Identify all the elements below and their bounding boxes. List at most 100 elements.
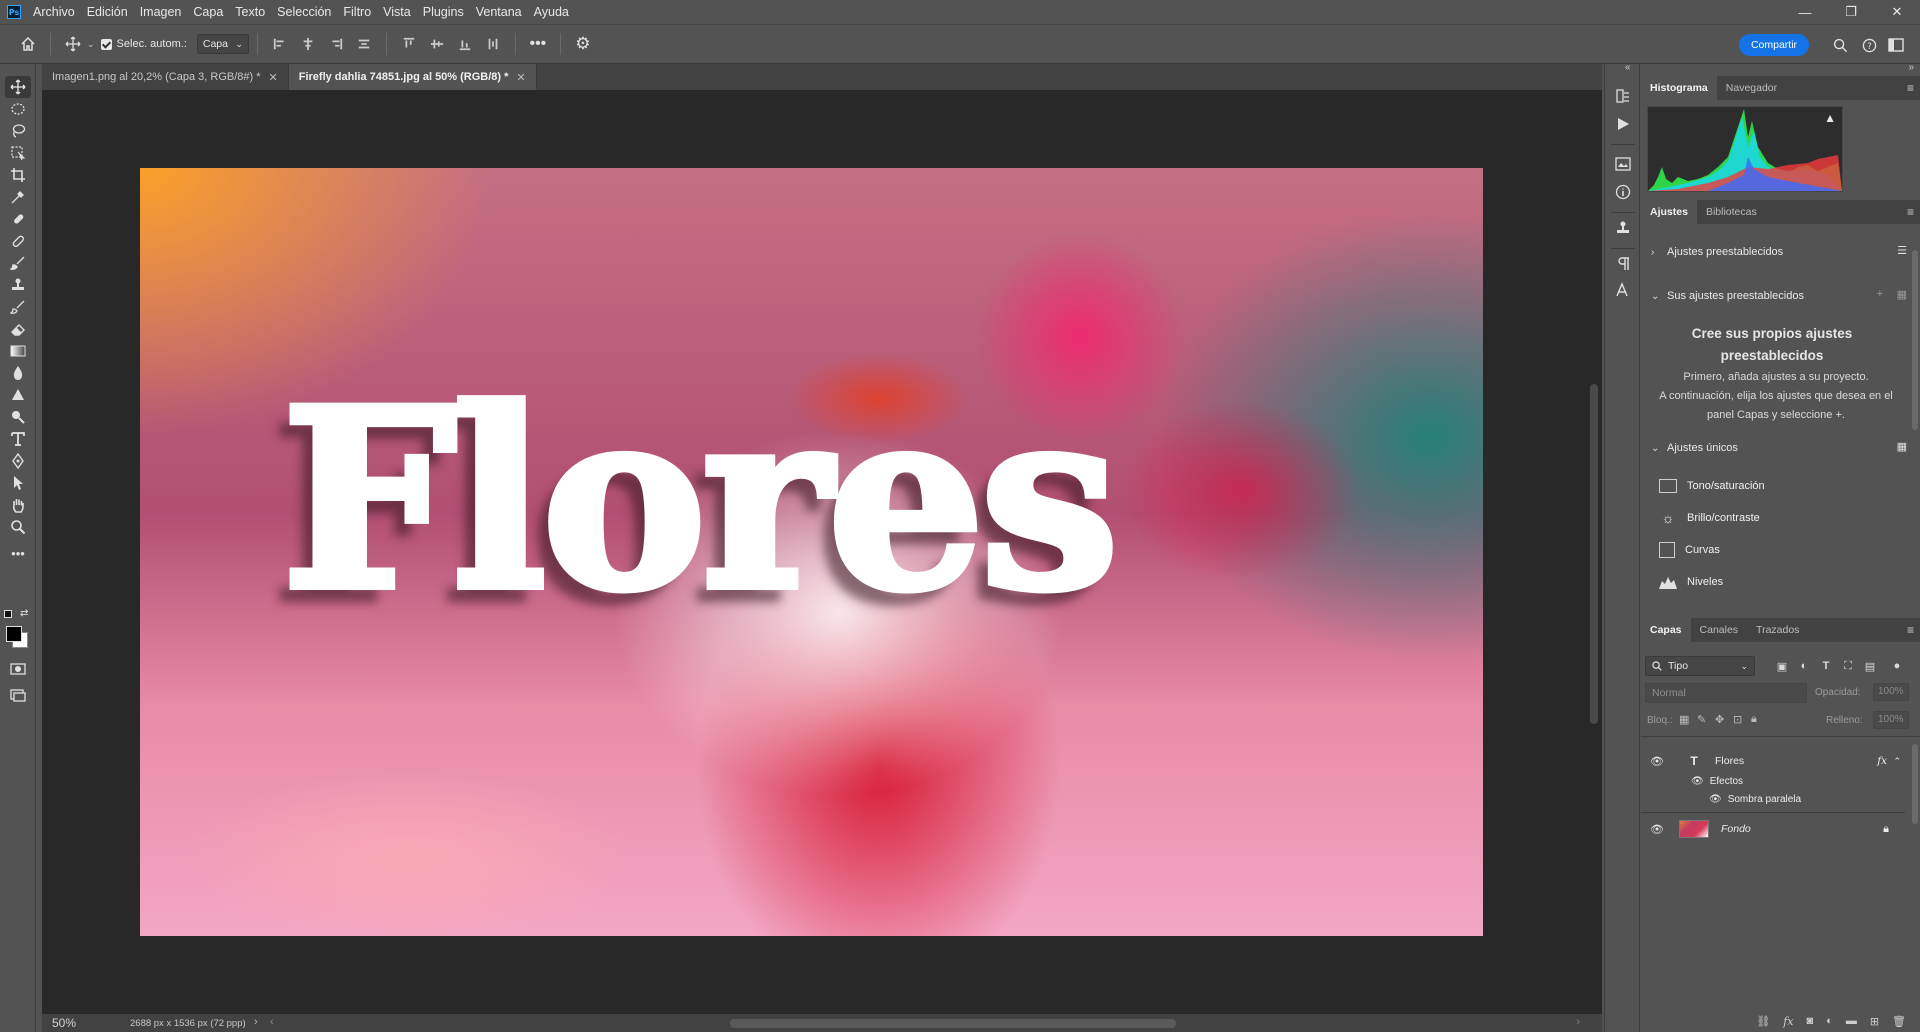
object-selection-tool-icon[interactable] [5,142,31,164]
quick-mask-icon[interactable] [5,658,31,680]
filter-adjustment-icon[interactable]: ◐ [1796,658,1812,674]
layer-filter-select[interactable]: Tipo ⌄ [1645,656,1755,676]
preset-adjustments-section[interactable]: › Ajustes preestablecidos ☰ [1651,242,1913,262]
align-top-icon[interactable] [395,30,423,58]
close-icon[interactable]: ✕ [516,71,525,84]
lock-artboard-icon[interactable]: ⊡ [1733,713,1742,726]
fill-field[interactable]: 100% [1873,711,1909,729]
menu-texto[interactable]: Texto [229,0,271,24]
lock-image-icon[interactable]: ✎ [1697,713,1706,726]
move-tool-icon[interactable] [5,76,31,98]
eye-icon[interactable]: 👁︎ [1691,776,1704,787]
warning-icon[interactable]: ▲ [1824,111,1836,125]
filter-toggle-icon[interactable]: ● [1889,658,1905,674]
lasso-tool-icon[interactable] [5,120,31,142]
layer-name[interactable]: Fondo [1721,823,1751,835]
menu-filtro[interactable]: Filtro [337,0,377,24]
autoselect-target-select[interactable]: Capa ⌄ [196,34,249,54]
align-bottom-icon[interactable] [451,30,479,58]
menu-vista[interactable]: Vista [377,0,417,24]
autoselect-checkbox[interactable] [100,38,112,50]
blend-mode-select[interactable]: Normal [1645,683,1807,703]
more-tools-icon[interactable]: ••• [5,542,31,564]
crop-tool-icon[interactable] [5,164,31,186]
opacity-field[interactable]: 100% [1873,683,1909,701]
tool-preset-chevron-icon[interactable]: ⌄ [87,39,95,50]
home-icon[interactable] [14,30,42,58]
eye-icon[interactable]: 👁︎ [1645,755,1669,768]
menu-capa[interactable]: Capa [187,0,229,24]
search-icon[interactable] [1830,35,1850,55]
align-center-h-icon[interactable] [294,30,322,58]
menu-seleccion[interactable]: Selección [271,0,337,24]
filter-smart-object-icon[interactable]: ▤ [1862,658,1878,674]
tab-imagen1[interactable]: Imagen1.png al 20,2% (Capa 3, RGB/8#) * … [42,64,289,90]
collapse-panels-icon[interactable]: » [1908,62,1914,73]
pen-tool-icon[interactable] [5,406,31,428]
brush-tool-icon[interactable] [5,252,31,274]
link-layers-icon[interactable]: ⛓︎ [1756,1015,1770,1028]
layer-name[interactable]: Flores [1715,755,1744,767]
single-adjustments-section[interactable]: ⌄ Ajustes únicos ▦ [1651,438,1913,458]
fx-icon[interactable]: fx [1877,755,1887,767]
lock-icon[interactable]: 🔒︎ [1883,823,1889,836]
add-style-icon[interactable]: fx [1783,1015,1793,1028]
filter-pixel-icon[interactable]: ▣ [1774,658,1790,674]
default-colors-icon[interactable] [4,610,12,618]
eraser-tool-icon[interactable] [5,318,31,340]
tab-firefly-dahlia[interactable]: Firefly dahlia 74851.jpg al 50% (RGB/8) … [288,64,537,90]
spot-healing-tool-icon[interactable] [5,208,31,230]
zoom-level[interactable]: 50% [42,1016,102,1030]
chevron-left-icon[interactable]: ‹ [270,1016,274,1028]
menu-imagen[interactable]: Imagen [134,0,188,24]
align-right-icon[interactable] [322,30,350,58]
tab-ajustes[interactable]: Ajustes [1641,200,1697,224]
menu-archivo[interactable]: Archivo [27,0,81,24]
add-mask-icon[interactable]: ◙ [1807,1015,1814,1027]
workspace-icon[interactable] [1886,35,1906,55]
document-canvas[interactable]: Flores [140,168,1483,936]
close-icon[interactable]: ✕ [269,71,278,84]
adjustments-scrollbar[interactable] [1912,250,1918,430]
filter-type-icon[interactable]: T [1818,658,1834,674]
tab-trazados[interactable]: Trazados [1747,618,1808,642]
eye-icon[interactable]: 👁︎ [1709,794,1722,805]
new-adjustment-icon[interactable]: ◐ [1826,1015,1833,1027]
vertical-scrollbar[interactable] [1586,90,1602,1014]
healing-brush-tool-icon[interactable] [5,230,31,252]
close-button[interactable]: ✕ [1874,0,1920,24]
history-panel-icon[interactable] [1613,86,1633,106]
clone-stamp-tool-icon[interactable] [5,274,31,296]
layer-effect-drop-shadow[interactable]: 👁︎ Sombra paralela [1641,790,1903,808]
canvas-area[interactable]: Flores [42,90,1586,1014]
adjustment-levels[interactable]: Niveles [1659,572,1723,592]
properties-panel-icon[interactable] [1613,154,1633,174]
foreground-color-swatch[interactable] [6,626,22,642]
tab-bibliotecas[interactable]: Bibliotecas [1697,200,1766,224]
move-tool-icon[interactable] [59,30,87,58]
gradient-tool-icon[interactable] [5,340,31,362]
menu-edicion[interactable]: Edición [81,0,134,24]
hand-tool-icon[interactable] [5,494,31,516]
tab-navegador[interactable]: Navegador [1717,76,1786,100]
dodge-tool-icon[interactable] [5,384,31,406]
text-layer-flores[interactable]: Flores [278,374,1123,628]
grid-view-icon[interactable]: ▦ [1897,288,1907,301]
menu-ayuda[interactable]: Ayuda [528,0,575,24]
list-view-icon[interactable]: ☰ [1897,244,1907,257]
trash-icon[interactable]: 🗑︎ [1892,1015,1906,1028]
pen-path-tool-icon[interactable] [5,450,31,472]
adjustment-curves[interactable]: Curvas [1659,540,1720,560]
help-icon[interactable]: ? [1859,35,1879,55]
swap-colors-icon[interactable]: ⇄ [20,608,28,619]
chevron-right-icon[interactable]: › [254,1016,258,1028]
lock-all-icon[interactable]: 🔒︎ [1751,713,1757,726]
panel-menu-icon[interactable]: ≡ [1907,623,1914,637]
eye-icon[interactable]: 👁︎ [1645,823,1669,836]
menu-ventana[interactable]: Ventana [470,0,528,24]
layer-fondo[interactable]: 👁︎ Fondo 🔒︎ [1641,816,1903,842]
new-layer-icon[interactable]: ⊞ [1870,1015,1879,1028]
tab-histograma[interactable]: Histograma [1641,76,1717,100]
horizontal-scrollbar-thumb[interactable] [730,1019,1176,1028]
grid-view-icon[interactable]: ▦ [1897,440,1907,453]
